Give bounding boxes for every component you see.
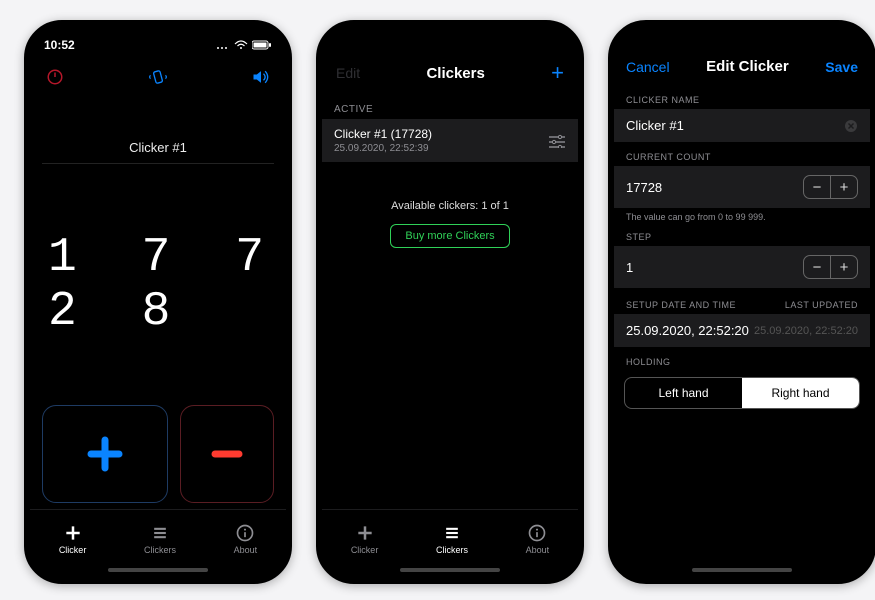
- available-count: Available clickers: 1 of 1: [322, 162, 578, 220]
- info-icon: [527, 523, 547, 543]
- add-button[interactable]: +: [551, 62, 564, 84]
- clear-name-button[interactable]: [844, 119, 858, 133]
- plus-tab-icon: [355, 523, 375, 543]
- wifi-icon: [234, 40, 248, 50]
- step-stepper[interactable]: − +: [803, 255, 858, 279]
- tab-about[interactable]: About: [526, 523, 550, 555]
- tab-clicker[interactable]: Clicker: [59, 523, 87, 555]
- holding-right[interactable]: Right hand: [742, 378, 859, 408]
- clicker-title: Clicker #1: [30, 88, 286, 159]
- phone-edit-clicker: Cancel Edit Clicker Save CLICKER NAME Cl…: [608, 20, 875, 584]
- tab-about[interactable]: About: [234, 523, 258, 555]
- tab-label: About: [526, 545, 550, 555]
- notch: [682, 26, 802, 48]
- top-toolbar: [30, 58, 286, 88]
- setup-date-value: 25.09.2020, 22:52:20: [626, 323, 749, 338]
- row-settings-button[interactable]: [548, 134, 566, 148]
- header-name: CLICKER NAME: [614, 85, 870, 109]
- step-field[interactable]: 1 − +: [614, 246, 870, 288]
- clear-icon: [844, 119, 858, 133]
- count-field[interactable]: 17728 − +: [614, 166, 870, 208]
- sliders-icon: [548, 134, 566, 148]
- page-title: Clickers: [426, 65, 484, 82]
- power-button[interactable]: [44, 66, 66, 88]
- stepper-plus[interactable]: +: [831, 176, 857, 198]
- name-field[interactable]: Clicker #1: [614, 109, 870, 142]
- list-icon: [150, 523, 170, 543]
- clicker-row[interactable]: Clicker #1 (17728) 25.09.2020, 22:52:39: [322, 119, 578, 162]
- tab-label: Clickers: [436, 545, 468, 555]
- edit-button[interactable]: Edit: [336, 65, 360, 81]
- stepper-minus[interactable]: −: [804, 176, 830, 198]
- sound-button[interactable]: [250, 66, 272, 88]
- stepper-minus[interactable]: −: [804, 256, 830, 278]
- count-value: 17728: [626, 180, 662, 195]
- nav-bar: Edit Clickers +: [322, 52, 578, 92]
- info-icon: [235, 523, 255, 543]
- decrement-button[interactable]: [180, 405, 274, 503]
- home-indicator: [108, 568, 208, 572]
- plus-tab-icon: [63, 523, 83, 543]
- tab-label: About: [234, 545, 258, 555]
- dates-row: 25.09.2020, 22:52:20 25.09.2020, 22:52:2…: [614, 314, 870, 347]
- list-icon: [442, 523, 462, 543]
- tab-label: Clicker: [59, 545, 87, 555]
- clicker-row-subtitle: 25.09.2020, 22:52:39: [334, 143, 432, 154]
- home-indicator: [400, 568, 500, 572]
- count-display: 1 7 7 2 8: [30, 164, 286, 405]
- count-stepper[interactable]: − +: [803, 175, 858, 199]
- page-title: Edit Clicker: [706, 58, 789, 75]
- header-dates: SETUP DATE AND TIME LAST UPDATED: [614, 288, 870, 314]
- header-count: CURRENT COUNT: [614, 142, 870, 166]
- phone-main-clicker: 10:52 Clicker #1 1 7 7 2 8: [24, 20, 292, 584]
- holding-left[interactable]: Left hand: [625, 378, 742, 408]
- last-updated-value: 25.09.2020, 22:52:20: [754, 325, 858, 337]
- tab-label: Clicker: [351, 545, 379, 555]
- buy-more-button[interactable]: Buy more Clickers: [390, 224, 509, 248]
- increment-button[interactable]: [42, 405, 168, 503]
- status-time: 10:52: [44, 38, 75, 52]
- header-last-updated: LAST UPDATED: [785, 300, 858, 310]
- save-button[interactable]: Save: [825, 59, 858, 75]
- header-setup-date: SETUP DATE AND TIME: [626, 300, 736, 310]
- tab-label: Clickers: [144, 545, 176, 555]
- section-header-active: ACTIVE: [322, 92, 578, 119]
- holding-segmented[interactable]: Left hand Right hand: [624, 377, 860, 409]
- notch: [390, 26, 510, 48]
- battery-icon: [252, 40, 272, 50]
- speaker-icon: [251, 68, 271, 86]
- count-hint: The value can go from 0 to 99 999.: [614, 208, 870, 222]
- minus-icon: [210, 434, 244, 474]
- count-buttons: [30, 405, 286, 509]
- plus-icon: [85, 434, 125, 474]
- nav-bar: Cancel Edit Clicker Save: [614, 46, 870, 85]
- tab-clicker[interactable]: Clicker: [351, 523, 379, 555]
- status-indicators: [216, 40, 272, 50]
- tab-clickers[interactable]: Clickers: [144, 523, 176, 555]
- phone-clickers-list: Edit Clickers + ACTIVE Clicker #1 (17728…: [316, 20, 584, 584]
- name-value: Clicker #1: [626, 118, 684, 133]
- stepper-plus[interactable]: +: [831, 256, 857, 278]
- shake-icon: [148, 68, 168, 86]
- tab-clickers[interactable]: Clickers: [436, 523, 468, 555]
- shake-button[interactable]: [147, 66, 169, 88]
- signal-dots-icon: [216, 40, 230, 50]
- power-icon: [46, 68, 64, 86]
- home-indicator: [692, 568, 792, 572]
- header-holding: HOLDING: [614, 347, 870, 371]
- status-bar: 10:52: [30, 26, 286, 58]
- cancel-button[interactable]: Cancel: [626, 59, 670, 75]
- step-value: 1: [626, 260, 633, 275]
- clicker-row-title: Clicker #1 (17728): [334, 127, 432, 141]
- header-step: STEP: [614, 222, 870, 246]
